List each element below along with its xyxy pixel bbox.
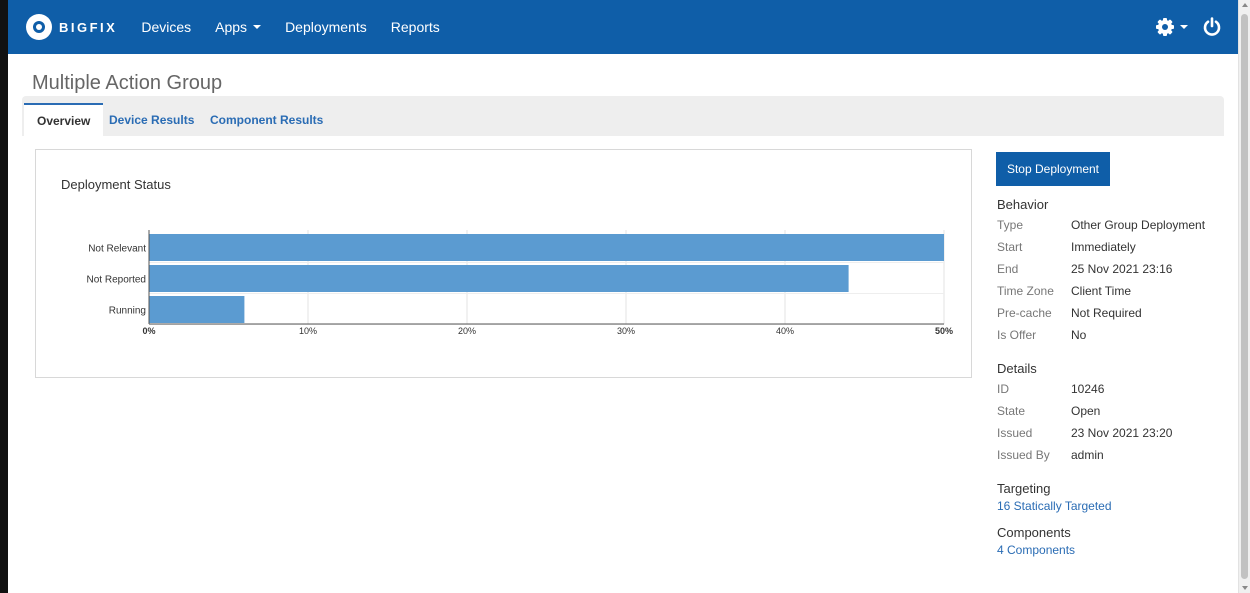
category-label: Not Reported [87,275,146,286]
nav-reports[interactable]: Reports [391,19,440,35]
behavior-precache-label: Pre-cache [997,306,1052,320]
behavior-isoffer-label: Is Offer [997,328,1037,342]
behavior-heading: Behavior [997,197,1049,212]
brand-name: BIGFIX [59,19,118,35]
bar [149,296,245,323]
tick-label: 40% [776,326,794,336]
power-icon[interactable] [1202,17,1222,37]
top-navbar: BIGFIX Devices Apps Deployments Reports [8,0,1238,54]
behavior-start-label: Start [997,240,1023,254]
category-label: Running [109,306,146,317]
stop-deployment-button[interactable]: Stop Deployment [996,152,1110,186]
settings-chevron-down-icon[interactable] [1180,25,1188,29]
tab-bar: Overview Device Results Component Result… [22,96,1224,136]
bigfix-logo[interactable]: BIGFIX [26,14,117,40]
behavior-start-value: Immediately [1071,240,1136,254]
behavior-end-label: End [997,262,1019,276]
details-id-value: 10246 [1071,382,1105,396]
window-edge [0,0,8,593]
nav-apps-label: Apps [215,19,248,35]
page-title: Multiple Action Group [32,72,223,94]
targeting-link[interactable]: 16 Statically Targeted [997,499,1112,513]
chevron-down-icon [253,25,262,29]
behavior-type-value: Other Group Deployment [1071,218,1206,232]
behavior-timezone-label: Time Zone [997,284,1054,298]
bar [149,234,944,261]
app-window: BIGFIX Devices Apps Deployments Reports … [0,0,1250,593]
deployment-status-panel: Deployment Status Not Relevant Not Report… [35,149,972,378]
details-id-label: ID [997,382,1009,396]
tick-label: 20% [458,326,476,336]
tick-label: 0% [142,326,155,336]
bar [149,265,849,292]
targeting-heading: Targeting [997,481,1051,496]
nav-reports-label: Reports [390,19,440,35]
details-issued-label: Issued [997,426,1033,440]
bigfix-logo-icon [26,14,52,40]
behavior-isoffer-value: No [1071,328,1087,342]
behavior-timezone-value: Client Time [1071,284,1132,298]
tab-component-results[interactable]: Component Results [197,103,336,136]
details-state-label: State [997,404,1026,418]
nav-devices-label: Devices [141,19,192,35]
tick-label: 10% [299,326,317,336]
scrollbar-thumb[interactable] [1241,14,1248,579]
nav-devices[interactable]: Devices [141,19,191,35]
behavior-type-label: Type [997,218,1024,232]
nav-apps[interactable]: Apps [215,19,262,35]
details-heading: Details [997,361,1037,376]
behavior-precache-value: Not Required [1071,306,1142,320]
details-issuedby-value: admin [1071,448,1104,462]
details-issued-value: 23 Nov 2021 23:20 [1071,426,1173,440]
tick-label: 50% [935,326,953,336]
vertical-scrollbar[interactable] [1238,0,1250,593]
details-issuedby-label: Issued By [997,448,1050,462]
behavior-end-value: 25 Nov 2021 23:16 [1071,262,1173,276]
category-label: Not Relevant [88,244,146,255]
scroll-up-icon[interactable] [1242,3,1248,7]
nav-deployments[interactable]: Deployments [285,19,367,35]
tab-overview[interactable]: Overview [24,103,104,136]
scroll-down-icon[interactable] [1242,586,1248,590]
navbar-actions [1156,17,1222,37]
tab-device-results[interactable]: Device Results [96,103,207,136]
components-link[interactable]: 4 Components [997,543,1075,557]
nav-deployments-label: Deployments [285,19,367,35]
gear-icon[interactable] [1156,18,1174,36]
deployment-status-chart: Not Relevant Not Reported Running 0% 10% 20% 3… [87,230,953,336]
tick-label: 30% [617,326,635,336]
components-heading: Components [997,525,1071,540]
details-state-value: Open [1071,404,1101,418]
